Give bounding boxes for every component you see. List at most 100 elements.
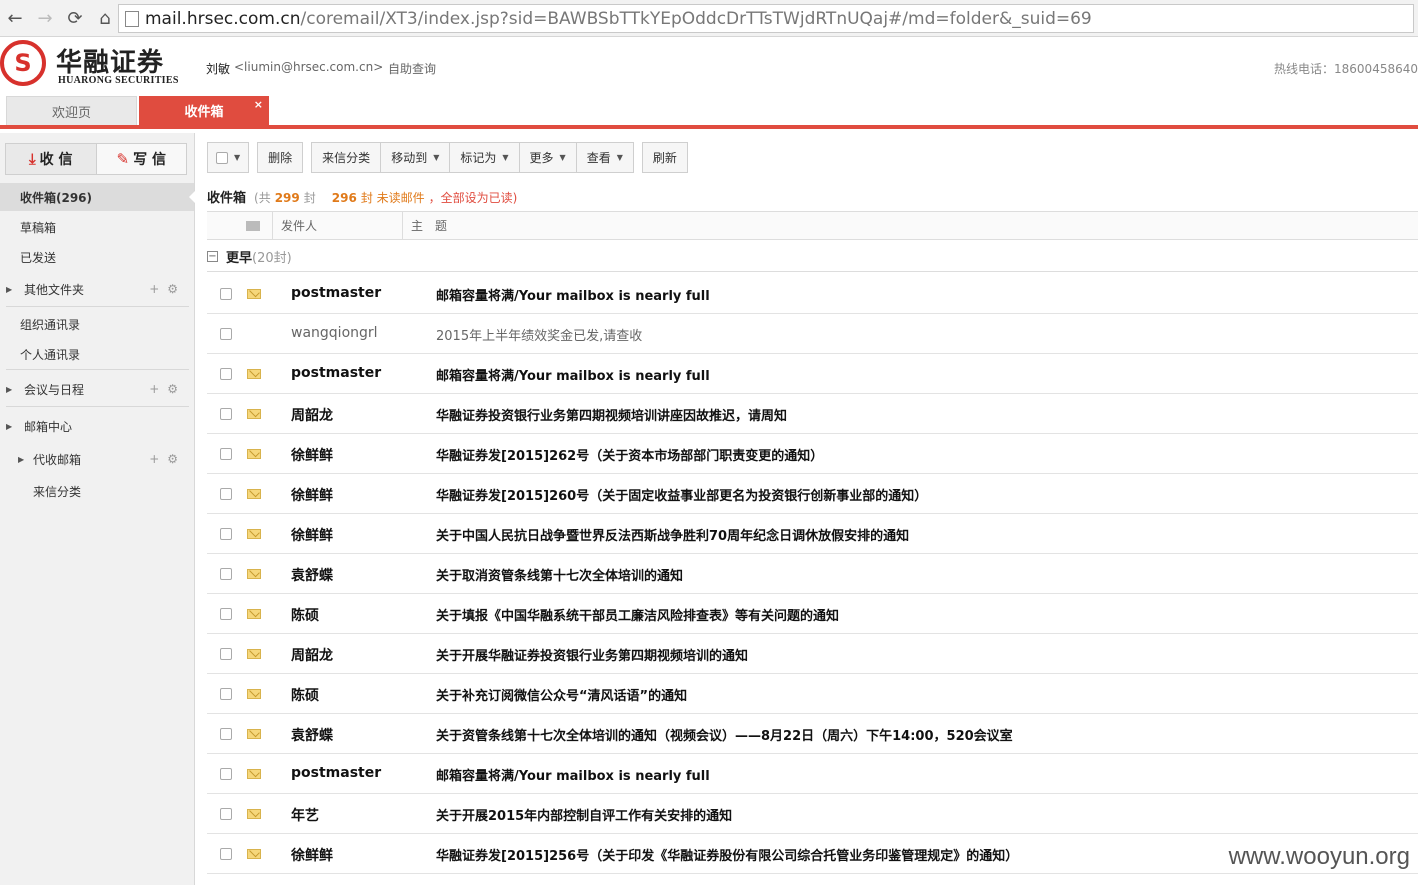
view-button[interactable]: 查看 ▼ xyxy=(575,142,634,173)
compose-button[interactable]: ✎ 写 信 xyxy=(97,144,187,174)
mail-subject[interactable]: 华融证券发[2015]262号（关于资本市场部部门职责变更的通知） xyxy=(436,445,823,464)
mail-sender: postmaster xyxy=(291,765,382,781)
mail-row[interactable]: 陈硕 关于填报《中国华融系统干部员工廉洁风险排查表》等有关问题的通知 xyxy=(207,594,1418,634)
forward-icon[interactable]: → xyxy=(30,3,60,33)
mark-all-read-link[interactable]: ，全部设为已读) xyxy=(429,189,518,206)
mail-row[interactable]: 周韶龙 华融证券投资银行业务第四期视频培训讲座因故推迟，请周知 xyxy=(207,394,1418,434)
logo-text-cn: 华融证券 xyxy=(56,48,165,78)
unread-envelope-icon xyxy=(247,409,261,419)
row-checkbox[interactable] xyxy=(220,288,232,300)
row-checkbox[interactable] xyxy=(220,568,232,580)
mail-action-group: ⤓ 收 信 ✎ 写 信 xyxy=(5,143,187,175)
row-checkbox[interactable] xyxy=(220,728,232,740)
mail-subject[interactable]: 关于开展华融证券投资银行业务第四期视频培训的通知 xyxy=(436,645,748,664)
row-checkbox[interactable] xyxy=(220,448,232,460)
sidebar-item-other-folders[interactable]: ▶ 其他文件夹 +⚙ xyxy=(0,275,194,303)
mail-sender: 周韶龙 xyxy=(291,408,333,424)
mail-row[interactable]: wangqiongrl 2015年上半年绩效奖金已发,请查收 xyxy=(207,314,1418,354)
mail-subject[interactable]: 关于填报《中国华融系统干部员工廉洁风险排查表》等有关问题的通知 xyxy=(436,605,839,624)
mail-row[interactable]: postmaster 邮箱容量将满/Your mailbox is nearly … xyxy=(207,274,1418,314)
subject-column-header[interactable]: 主 题 xyxy=(403,212,447,239)
mail-subject[interactable]: 邮箱容量将满/Your mailbox is nearly full xyxy=(436,285,710,304)
row-checkbox[interactable] xyxy=(220,528,232,540)
more-button[interactable]: 更多 ▼ xyxy=(518,142,577,173)
total-prefix: (共 xyxy=(254,191,271,205)
mail-subject[interactable]: 邮箱容量将满/Your mailbox is nearly full xyxy=(436,765,710,784)
row-checkbox[interactable] xyxy=(220,648,232,660)
mail-row[interactable]: 年艺 关于开展2015年内部控制自评工作有关安排的通知 xyxy=(207,794,1418,834)
tab-inbox[interactable]: 收件箱 × xyxy=(139,96,269,125)
self-query-link[interactable]: 自助查询 xyxy=(388,60,436,77)
sidebar-item-proxy-mailbox[interactable]: ▶ 代收邮箱 +⚙ xyxy=(0,445,194,473)
mail-subject[interactable]: 关于中国人民抗日战争暨世界反法西斯战争胜利70周年纪念日调休放假安排的通知 xyxy=(436,525,909,544)
add-settings-icons[interactable]: +⚙ xyxy=(149,382,186,396)
mail-row[interactable]: postmaster 邮箱容量将满/Your mailbox is nearly … xyxy=(207,754,1418,794)
mail-row[interactable]: 徐鲜鲜 关于中国人民抗日战争暨世界反法西斯战争胜利70周年纪念日调休放假安排的通知 xyxy=(207,514,1418,554)
mail-toolbar: ▼ 删除 来信分类 移动到 ▼ 标记为 ▼ 更多 ▼ 查看 ▼ 刷新 xyxy=(207,142,688,173)
sidebar-item-calendar[interactable]: ▶ 会议与日程 +⚙ xyxy=(0,375,194,403)
row-checkbox[interactable] xyxy=(220,368,232,380)
receive-button[interactable]: ⤓ 收 信 xyxy=(6,144,97,174)
mail-row[interactable]: 陈硕 关于补充订阅微信公众号“清风话语”的通知 xyxy=(207,674,1418,714)
collapse-icon[interactable]: − xyxy=(207,251,218,262)
row-checkbox[interactable] xyxy=(220,688,232,700)
add-settings-icons[interactable]: +⚙ xyxy=(149,282,186,296)
select-all-checkbox[interactable] xyxy=(216,151,228,164)
row-checkbox[interactable] xyxy=(220,328,232,340)
row-checkbox[interactable] xyxy=(220,808,232,820)
expand-icon[interactable]: ▶ xyxy=(18,455,24,464)
move-to-button[interactable]: 移动到 ▼ xyxy=(380,142,451,173)
home-icon[interactable]: ⌂ xyxy=(90,3,120,33)
status-column-header[interactable] xyxy=(207,212,273,239)
sidebar-item-mail-center[interactable]: ▶ 邮箱中心 xyxy=(0,412,194,440)
mail-subject[interactable]: 华融证券发[2015]256号（关于印发《华融证券股份有限公司综合托管业务印鉴管… xyxy=(436,845,1018,864)
sidebar-item-mail-filter[interactable]: 来信分类 xyxy=(0,477,194,505)
mail-subject[interactable]: 关于补充订阅微信公众号“清风话语”的通知 xyxy=(436,685,687,704)
mail-row[interactable]: postmaster 邮箱容量将满/Your mailbox is nearly … xyxy=(207,354,1418,394)
mail-subject[interactable]: 关于开展2015年内部控制自评工作有关安排的通知 xyxy=(436,805,732,824)
tab-welcome[interactable]: 欢迎页 xyxy=(6,96,137,125)
mail-list: postmaster 邮箱容量将满/Your mailbox is nearly … xyxy=(207,274,1418,874)
classify-button[interactable]: 来信分类 xyxy=(311,142,382,173)
delete-button[interactable]: 删除 xyxy=(257,142,304,173)
sidebar-item-org-contacts[interactable]: 组织通讯录 xyxy=(0,310,194,338)
tab-bar: 欢迎页 收件箱 × xyxy=(0,96,1418,129)
mail-subject[interactable]: 关于资管条线第十七次全体培训的通知（视频会议）——8月22日（周六）下午14:0… xyxy=(436,725,1013,744)
mail-row[interactable]: 徐鲜鲜 华融证券发[2015]262号（关于资本市场部部门职责变更的通知） xyxy=(207,434,1418,474)
sidebar-item-inbox[interactable]: 收件箱(296) xyxy=(0,183,195,211)
mail-row[interactable]: 周韶龙 关于开展华融证券投资银行业务第四期视频培训的通知 xyxy=(207,634,1418,674)
mail-row[interactable]: 袁舒蝶 关于取消资管条线第十七次全体培训的通知 xyxy=(207,554,1418,594)
reload-icon[interactable]: ⟳ xyxy=(60,3,90,33)
select-all-dropdown[interactable]: ▼ xyxy=(207,142,250,173)
unread-count: 296 xyxy=(331,191,357,205)
mail-subject[interactable]: 关于取消资管条线第十七次全体培训的通知 xyxy=(436,565,683,584)
row-checkbox[interactable] xyxy=(220,848,232,860)
mail-subject[interactable]: 邮箱容量将满/Your mailbox is nearly full xyxy=(436,365,710,384)
hotline: 热线电话：18600458640 xyxy=(1274,62,1418,76)
expand-icon[interactable]: ▶ xyxy=(6,285,12,294)
total-count: 299 xyxy=(274,191,300,205)
row-checkbox[interactable] xyxy=(220,768,232,780)
close-icon[interactable]: × xyxy=(254,98,263,111)
tab-inbox-label: 收件箱 xyxy=(184,105,224,120)
add-settings-icons[interactable]: +⚙ xyxy=(149,452,186,466)
row-checkbox[interactable] xyxy=(220,608,232,620)
sidebar-item-drafts[interactable]: 草稿箱 xyxy=(0,213,194,241)
mail-subject[interactable]: 华融证券投资银行业务第四期视频培训讲座因故推迟，请周知 xyxy=(436,405,787,424)
back-icon[interactable]: ← xyxy=(0,3,30,33)
row-checkbox[interactable] xyxy=(220,408,232,420)
mail-row[interactable]: 袁舒蝶 关于资管条线第十七次全体培训的通知（视频会议）——8月22日（周六）下午1… xyxy=(207,714,1418,754)
sender-column-header[interactable]: 发件人 xyxy=(273,212,403,239)
address-bar[interactable]: mail.hrsec.com.cn /coremail/XT3/index.js… xyxy=(118,4,1414,33)
row-checkbox[interactable] xyxy=(220,488,232,500)
url-path: /coremail/XT3/index.jsp?sid=BAWBSbTTkYEp… xyxy=(300,8,1092,29)
mail-row[interactable]: 徐鲜鲜 华融证券发[2015]260号（关于固定收益事业部更名为投资银行创新事业部… xyxy=(207,474,1418,514)
mark-as-button[interactable]: 标记为 ▼ xyxy=(449,142,520,173)
expand-icon[interactable]: ▶ xyxy=(6,385,12,394)
sidebar-item-personal-contacts[interactable]: 个人通讯录 xyxy=(0,340,194,368)
mail-subject[interactable]: 2015年上半年绩效奖金已发,请查收 xyxy=(436,325,642,344)
mail-subject[interactable]: 华融证券发[2015]260号（关于固定收益事业部更名为投资银行创新事业部的通知… xyxy=(436,485,927,504)
expand-icon[interactable]: ▶ xyxy=(6,422,12,431)
refresh-button[interactable]: 刷新 xyxy=(641,142,688,173)
sidebar-item-sent[interactable]: 已发送 xyxy=(0,243,194,271)
